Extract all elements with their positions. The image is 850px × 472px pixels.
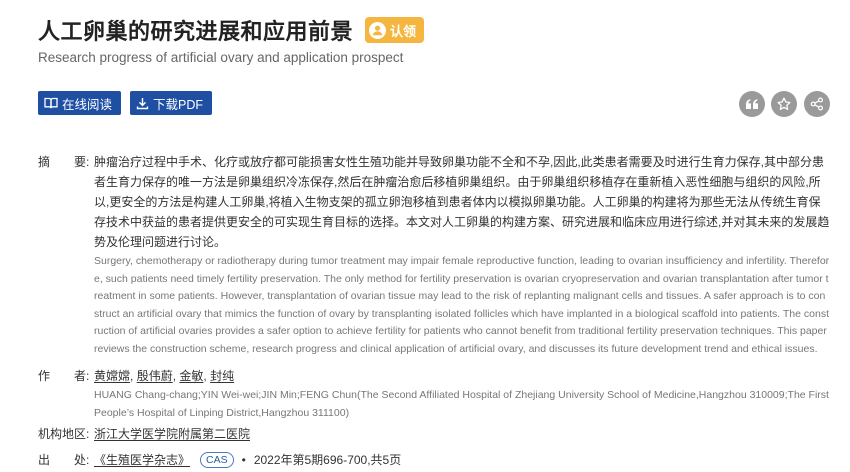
author-link[interactable]: 黄嫦嫦 bbox=[94, 369, 130, 383]
book-icon bbox=[44, 97, 58, 109]
abstract-en: Surgery, chemotherapy or radiotherapy du… bbox=[94, 255, 830, 355]
issue-info: 2022年第5期696-700,共5页 bbox=[253, 453, 402, 467]
source-section: 出 处: 《生殖医学杂志》 CAS • 2022年第5期696-700,共5页 bbox=[38, 450, 830, 470]
institution-label: 机构地区: bbox=[38, 427, 90, 441]
source-bullet: • bbox=[241, 453, 246, 467]
cite-button[interactable] bbox=[739, 91, 765, 117]
author-list: 黄嫦嫦, 殷伟蔚, 金敏, 封纯 bbox=[94, 369, 235, 383]
abstract-label: 摘 要: bbox=[38, 155, 90, 169]
author-link[interactable]: 金敏 bbox=[179, 369, 203, 383]
share-button[interactable] bbox=[804, 91, 830, 117]
institution-section: 机构地区: 浙江大学医学院附属第二医院 bbox=[38, 424, 830, 444]
download-pdf-button[interactable]: 下载PDF bbox=[130, 91, 213, 115]
authors-section: 作 者: 黄嫦嫦, 殷伟蔚, 金敏, 封纯 HUANG Chang-chang;… bbox=[38, 366, 830, 422]
claim-button[interactable]: 认领 bbox=[365, 17, 425, 43]
claim-label: 认领 bbox=[390, 23, 417, 39]
quote-icon bbox=[746, 99, 758, 109]
download-icon bbox=[136, 97, 149, 109]
download-pdf-label: 下载PDF bbox=[153, 97, 204, 112]
read-online-button[interactable]: 在线阅读 bbox=[38, 91, 122, 115]
institution-link[interactable]: 浙江大学医学院附属第二医院 bbox=[94, 427, 250, 441]
author-link[interactable]: 封纯 bbox=[210, 369, 234, 383]
abstract-section: 摘 要: 肿瘤治疗过程中手术、化疗或放疗都可能损害女性生殖功能并导致卵巢功能不全… bbox=[38, 152, 830, 358]
page-title: 人工卵巢的研究进展和应用前景 bbox=[38, 20, 354, 45]
abstract-zh: 肿瘤治疗过程中手术、化疗或放疗都可能损害女性生殖功能并导致卵巢功能不全和不孕,因… bbox=[94, 155, 830, 249]
source-label: 出 处: bbox=[38, 453, 90, 467]
title-row: 人工卵巢的研究进展和应用前景 认领 bbox=[38, 14, 425, 46]
journal-link[interactable]: 《生殖医学杂志》 bbox=[94, 450, 190, 470]
star-icon bbox=[777, 97, 791, 110]
cas-badge: CAS bbox=[200, 452, 234, 468]
user-icon bbox=[368, 21, 387, 40]
favorite-button[interactable] bbox=[771, 91, 797, 117]
share-icon bbox=[810, 97, 824, 111]
english-title: Research progress of artificial ovary an… bbox=[38, 50, 404, 65]
authors-en: HUANG Chang-chang;YIN Wei-wei;JIN Min;FE… bbox=[94, 389, 829, 419]
author-link[interactable]: 殷伟蔚 bbox=[137, 369, 173, 383]
authors-label: 作 者: bbox=[38, 369, 90, 383]
read-online-label: 在线阅读 bbox=[62, 97, 113, 112]
